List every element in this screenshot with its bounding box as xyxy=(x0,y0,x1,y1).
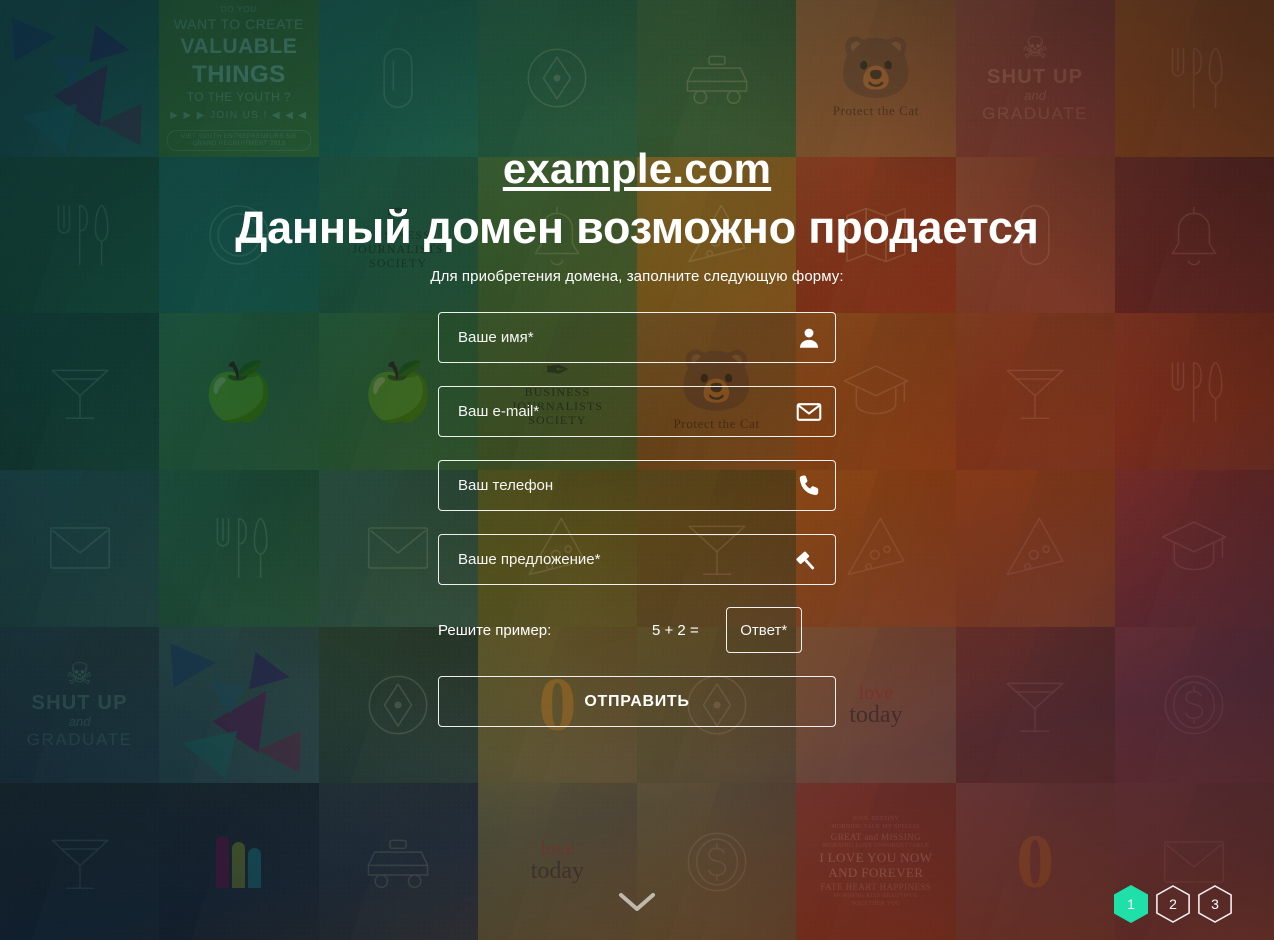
pagination-dot-3[interactable]: 3 xyxy=(1198,885,1232,923)
pagination-dot-1[interactable]: 1 xyxy=(1114,885,1148,923)
chevron-down-icon xyxy=(619,893,655,911)
submit-button[interactable]: ОТПРАВИТЬ xyxy=(438,676,836,728)
page-subtitle: Для приобретения домена, заполните следу… xyxy=(430,268,844,286)
page-content: example.com Данный домен возможно продае… xyxy=(0,0,1274,940)
phone-field[interactable] xyxy=(438,460,836,512)
name-field[interactable] xyxy=(438,312,836,364)
pagination-dot-2[interactable]: 2 xyxy=(1156,885,1190,923)
offer-input[interactable] xyxy=(439,535,835,585)
offer-field[interactable] xyxy=(438,534,836,586)
pagination-dot-label: 2 xyxy=(1169,896,1177,912)
name-input[interactable] xyxy=(439,313,835,363)
captcha-label: Решите пример: xyxy=(438,621,552,639)
captcha-question: 5 + 2 = xyxy=(652,621,699,639)
scroll-down-button[interactable] xyxy=(616,888,658,916)
email-field[interactable] xyxy=(438,386,836,438)
pagination-dot-label: 3 xyxy=(1211,896,1219,912)
domain-purchase-form: Решите пример: 5 + 2 = ОТПРАВИТЬ xyxy=(438,312,836,728)
captcha-answer-input[interactable] xyxy=(725,607,802,654)
domain-name-link[interactable]: example.com xyxy=(503,144,771,194)
pagination-dot-label: 1 xyxy=(1127,896,1135,912)
captcha-row: Решите пример: 5 + 2 = xyxy=(438,607,836,654)
email-input[interactable] xyxy=(439,387,835,437)
phone-input[interactable] xyxy=(439,461,835,511)
pagination: 1 2 3 xyxy=(1114,885,1232,923)
page-title: Данный домен возможно продается xyxy=(235,202,1039,254)
page-root: DO YOUWANT TO CREATEVALUABLETHINGSTO THE… xyxy=(0,0,1274,940)
